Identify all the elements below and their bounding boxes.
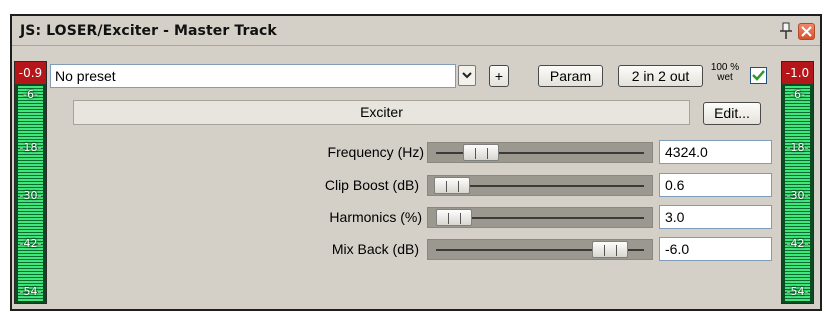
bypass-checkbox[interactable] xyxy=(750,67,767,84)
harmonics-input[interactable]: 3.0 xyxy=(659,205,772,229)
input-peak-readout[interactable]: -0.9 xyxy=(15,62,46,84)
meter-tick: -42- xyxy=(19,237,42,250)
param-label-harmonics: Harmonics (%) xyxy=(329,209,422,225)
close-button[interactable] xyxy=(798,23,815,40)
frequency-input[interactable]: 4324.0 xyxy=(659,140,772,164)
frequency-slider[interactable] xyxy=(427,142,653,163)
param-label-mix-back: Mix Back (dB) xyxy=(331,241,419,257)
output-level-meter: -1.0 -6- -18- -30- -42- -54- xyxy=(781,61,814,304)
preset-dropdown-button[interactable] xyxy=(458,65,476,86)
mix-back-input[interactable]: -6.0 xyxy=(659,237,772,261)
add-preset-button[interactable]: + xyxy=(489,65,509,87)
slider-thumb[interactable] xyxy=(436,209,472,226)
meter-tick: -30- xyxy=(786,189,809,202)
param-label-clip-boost: Clip Boost (dB) xyxy=(324,177,419,193)
wet-text: wet xyxy=(717,72,733,83)
effect-name-bar: Exciter xyxy=(73,100,690,125)
window-title: JS: LOSER/Exciter - Master Track xyxy=(20,23,277,39)
clip-boost-input[interactable]: 0.6 xyxy=(659,173,772,197)
io-routing-button[interactable]: 2 in 2 out xyxy=(618,65,703,87)
input-level-meter: -0.9 -6- -18- -30- -42- -54- xyxy=(14,61,47,304)
slider-thumb[interactable] xyxy=(592,241,628,258)
preset-value: No preset xyxy=(55,68,116,84)
preset-select[interactable]: No preset xyxy=(50,64,456,88)
meter-tick: -54- xyxy=(786,285,809,298)
clip-boost-slider[interactable] xyxy=(427,175,653,196)
meter-tick: -18- xyxy=(19,141,42,154)
harmonics-slider[interactable] xyxy=(427,207,653,228)
title-bar[interactable]: JS: LOSER/Exciter - Master Track xyxy=(12,16,820,46)
param-button[interactable]: Param xyxy=(538,65,603,87)
mix-back-slider[interactable] xyxy=(427,239,653,260)
meter-tick: -18- xyxy=(786,141,809,154)
meter-tick: -6- xyxy=(790,88,805,101)
slider-thumb[interactable] xyxy=(434,177,470,194)
slider-thumb[interactable] xyxy=(463,144,499,161)
meter-tick: -42- xyxy=(786,237,809,250)
close-icon xyxy=(801,26,812,37)
plugin-window: JS: LOSER/Exciter - Master Track -0.9 -6… xyxy=(10,14,822,311)
effect-name: Exciter xyxy=(360,104,403,120)
wet-amount-label[interactable]: 100 % wet xyxy=(710,63,740,83)
edit-button[interactable]: Edit... xyxy=(703,102,761,125)
checkmark-icon xyxy=(752,70,765,81)
meter-tick: -6- xyxy=(23,88,38,101)
pin-icon[interactable] xyxy=(778,21,794,41)
meter-tick: -30- xyxy=(19,189,42,202)
output-peak-readout[interactable]: -1.0 xyxy=(782,62,813,84)
chevron-down-icon xyxy=(462,72,472,79)
param-label-frequency: Frequency (Hz) xyxy=(327,144,424,160)
meter-tick: -54- xyxy=(19,285,42,298)
